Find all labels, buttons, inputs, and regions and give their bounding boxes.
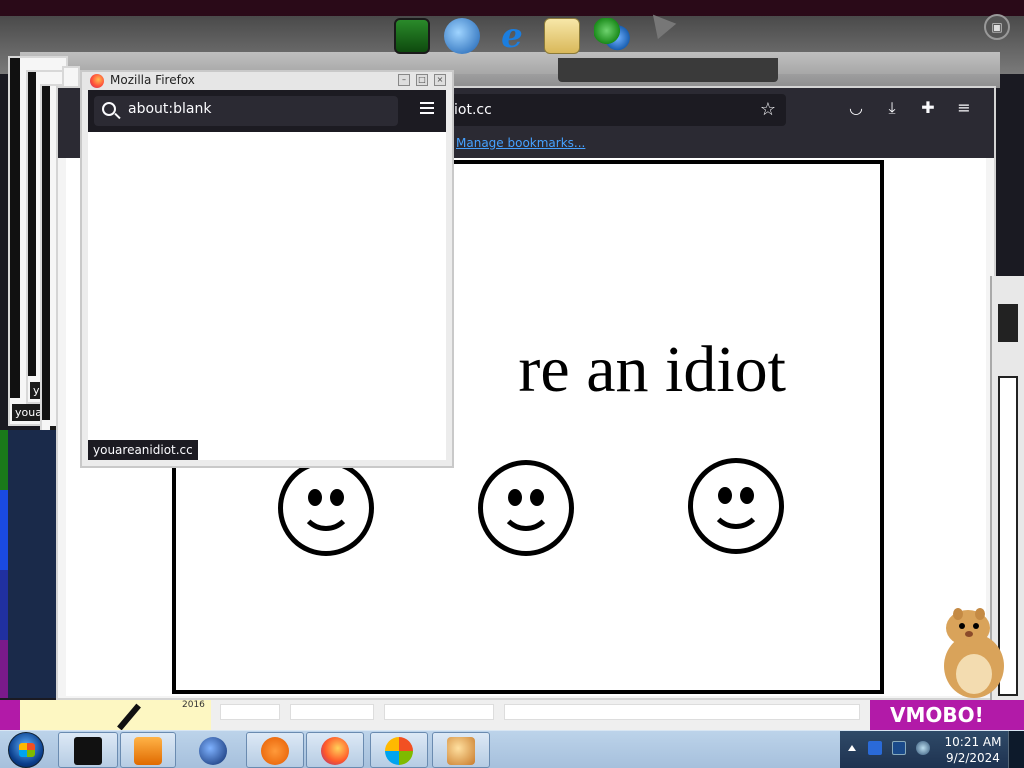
search-icon xyxy=(102,102,116,116)
windows-flag-icon xyxy=(19,743,35,757)
taskbar-terminal-button[interactable] xyxy=(58,732,118,768)
extensions-icon[interactable]: ✚ xyxy=(916,98,940,117)
show-desktop-button[interactable] xyxy=(1008,731,1024,768)
toolbox-icon[interactable]: ▣ xyxy=(984,14,1010,40)
spreadsheet-icon[interactable] xyxy=(394,18,430,54)
avast-icon xyxy=(261,737,289,765)
mail-icon[interactable] xyxy=(544,18,580,54)
firefox-icon xyxy=(321,737,349,765)
tray-volume-icon[interactable] xyxy=(916,741,930,755)
popup-title: Mozilla Firefox xyxy=(110,73,195,87)
start-button[interactable] xyxy=(8,732,44,768)
clock-time: 10:21 AM xyxy=(944,735,1002,749)
color-glitch-strip xyxy=(0,430,8,698)
smiley-face-icon xyxy=(278,460,374,556)
taskbar: 10:21 AM 9/2/2024 xyxy=(0,730,1024,768)
globe-icon xyxy=(199,737,227,765)
bookmark-star-icon[interactable]: ☆ xyxy=(760,94,776,126)
smiley-face-icon xyxy=(688,458,784,554)
taskbar-paint-button[interactable] xyxy=(432,732,490,768)
manage-bookmarks-link[interactable]: Manage bookmarks... xyxy=(456,136,585,150)
system-tray: 10:21 AM 9/2/2024 xyxy=(840,731,1024,768)
popup-firefox-window: Mozilla Firefox – □ × about:blank youare… xyxy=(80,70,454,468)
internet-explorer-icon[interactable]: e xyxy=(494,18,530,54)
top-icon-tray: e xyxy=(394,18,630,54)
popup-navbar: about:blank xyxy=(88,90,446,132)
bottom-glitch-strip: 2016 xyxy=(16,700,872,731)
menu-icon[interactable]: ≡ xyxy=(952,98,976,117)
media-player-icon xyxy=(134,737,162,765)
taskbar-firefox-button[interactable] xyxy=(306,732,364,768)
minimize-button[interactable]: – xyxy=(398,74,410,86)
hamster-icon xyxy=(944,608,1004,698)
clock-date: 9/2/2024 xyxy=(946,751,1000,765)
popup-page-content xyxy=(88,132,446,460)
taskbar-windows-media-center-button[interactable] xyxy=(370,732,428,768)
download-icon[interactable]: ⤓ xyxy=(880,98,904,118)
main-url-bar[interactable]: iot.cc ☆ xyxy=(448,94,786,126)
messenger-icon[interactable] xyxy=(594,18,630,54)
taskbar-media-player-button[interactable] xyxy=(120,732,176,768)
windows-media-center-icon xyxy=(385,737,413,765)
purple-glitch-banner: VMOBO! xyxy=(870,700,1024,730)
taskbar-avast-button[interactable] xyxy=(246,732,304,768)
network-globe-icon[interactable] xyxy=(444,18,480,54)
show-hidden-icons-arrow-icon[interactable] xyxy=(848,745,856,751)
tray-app-icon[interactable] xyxy=(868,741,882,755)
popup-url-text: about:blank xyxy=(128,101,212,117)
dark-left-region xyxy=(8,430,58,698)
top-glitch-bar xyxy=(0,0,1024,16)
main-url-text: iot.cc xyxy=(454,102,492,118)
paint-icon xyxy=(447,737,475,765)
dropdown-remnant xyxy=(558,58,778,82)
hamburger-menu-icon[interactable] xyxy=(420,102,434,117)
terminal-icon xyxy=(74,737,102,765)
firefox-logo-icon xyxy=(90,74,104,88)
pocket-icon[interactable]: ◡ xyxy=(844,98,868,117)
popup-status-bar: youareanidiot.cc xyxy=(88,440,198,460)
tray-network-icon[interactable] xyxy=(892,741,906,755)
popup-url-field[interactable]: about:blank xyxy=(94,96,398,126)
popup-titlebar: Mozilla Firefox – □ × xyxy=(82,72,452,90)
year-label: 2016 xyxy=(182,700,205,710)
maximize-button[interactable]: □ xyxy=(416,74,428,86)
close-button[interactable]: × xyxy=(434,74,446,86)
desktop: e ▣ youar you youa you iot.cc ☆ ◡ ⤓ ✚ ≡ xyxy=(0,0,1024,768)
purple-glitch-left xyxy=(0,700,20,730)
taskbar-globe-button[interactable] xyxy=(184,732,242,768)
taskbar-clock[interactable]: 10:21 AM 9/2/2024 xyxy=(940,734,1006,766)
smiley-face-icon xyxy=(478,460,574,556)
